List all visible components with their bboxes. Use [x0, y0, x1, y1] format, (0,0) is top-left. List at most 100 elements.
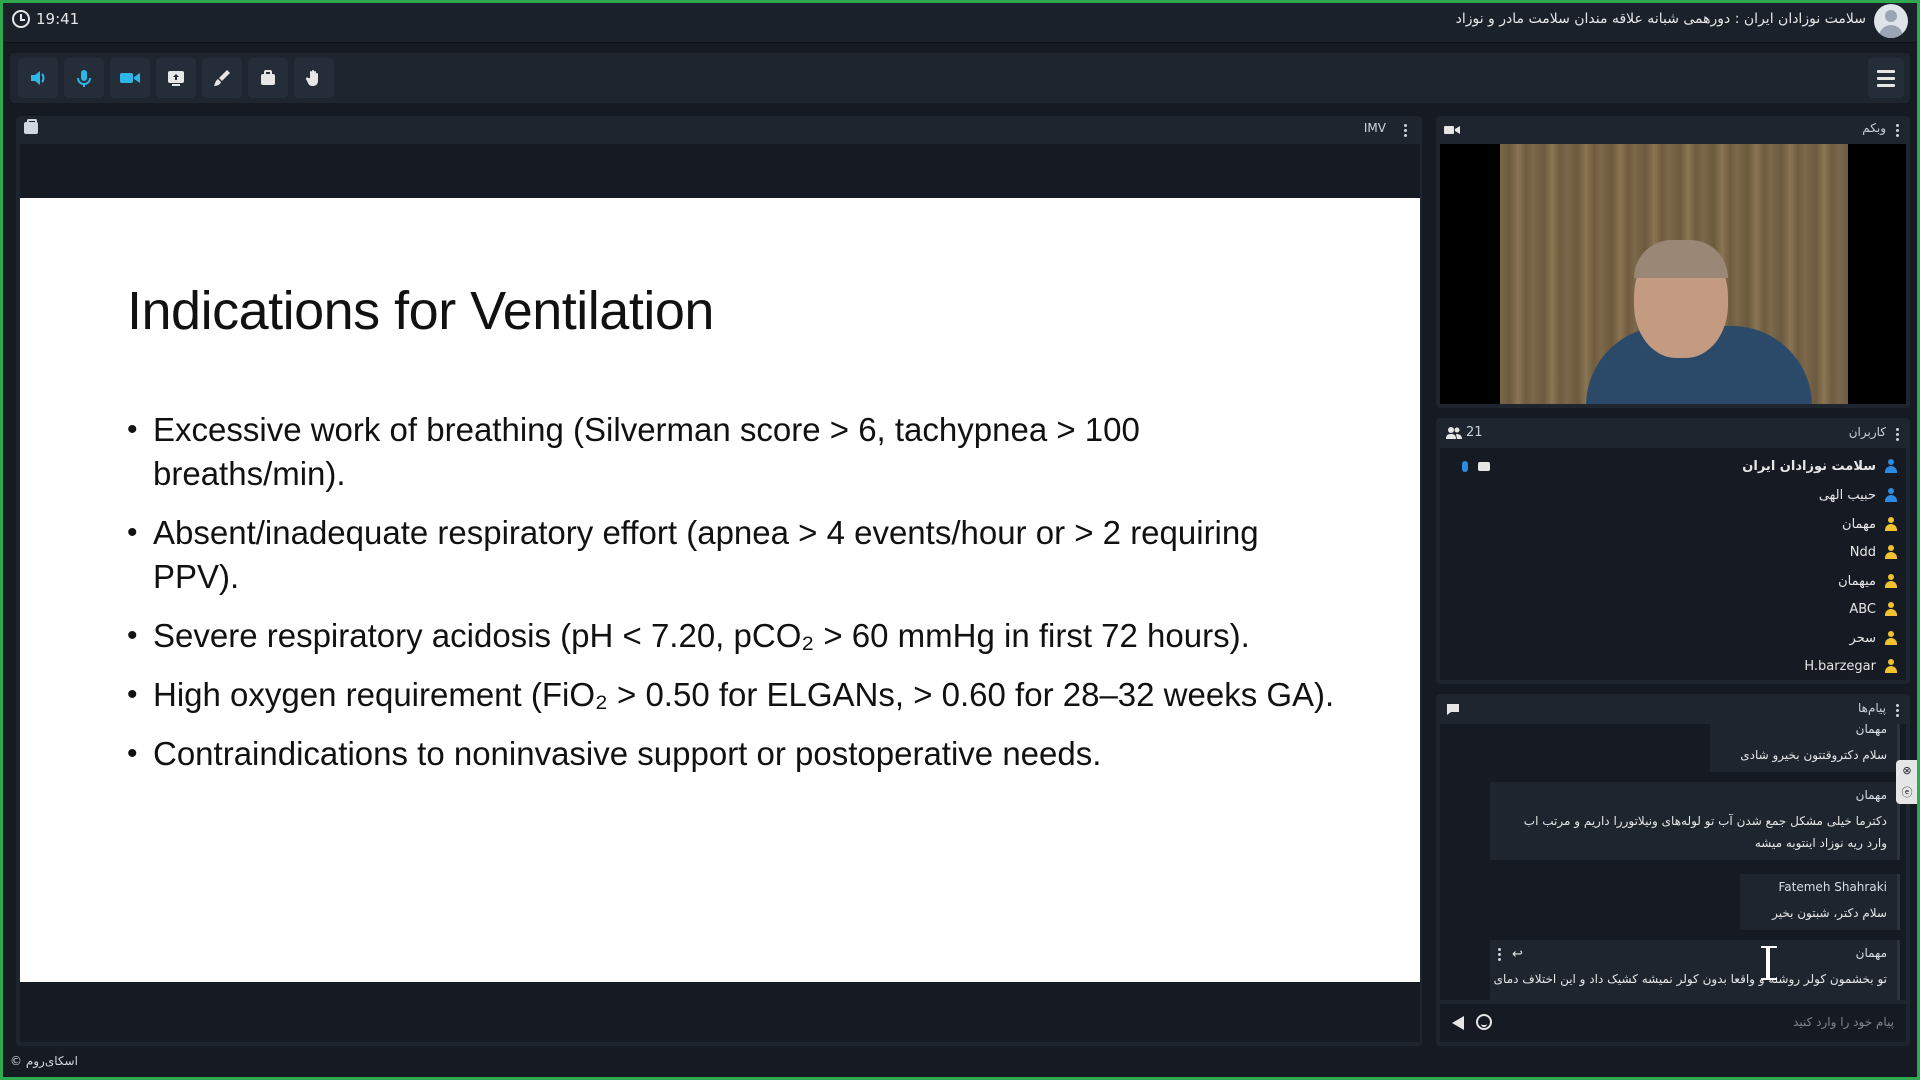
text-cursor-icon: [1761, 946, 1777, 980]
person-icon: [1884, 545, 1898, 559]
person-icon: [1884, 488, 1898, 502]
share-screen-button[interactable]: [156, 58, 196, 98]
briefcase-icon: [261, 70, 275, 85]
message-sender: مهمان: [1855, 788, 1887, 802]
hamburger-menu-button[interactable]: [1868, 58, 1904, 98]
chat-input-placeholder: پیام خود را وارد کنید: [1793, 1015, 1894, 1029]
message-text: تو بخشمون کولر روشنه و واقعا بدون کولر ن…: [1493, 972, 1887, 986]
user-row[interactable]: سلامت نوزادان ایران: [1448, 452, 1898, 480]
circle-e-icon[interactable]: ⓔ: [1902, 784, 1913, 800]
message-tools: ↩: [1498, 946, 1523, 963]
users-label: کاربران: [1848, 425, 1886, 439]
chat-message: مهمان دکترما خیلی مشکل جمع شدن آب تو لول…: [1490, 782, 1900, 860]
chat-options-icon[interactable]: [1896, 702, 1900, 719]
person-icon: [1884, 574, 1898, 588]
chat-label: پیام‌ها: [1857, 701, 1886, 715]
chat-message: Fatemeh Shahraki سلام دکتر، شبتون بخیر: [1740, 874, 1900, 930]
user-name: سلامت نوزادان ایران: [1742, 458, 1876, 474]
share-screen-icon: [168, 71, 184, 86]
clock: 19:41: [12, 10, 79, 28]
camera-icon: [1478, 461, 1490, 471]
slide-bullet: High oxygen requirement (FiO₂ > 0.50 for…: [127, 673, 1337, 717]
presentation-label: IMV: [1363, 121, 1386, 135]
user-row[interactable]: Ndd: [1448, 538, 1898, 566]
menu-icon-bar: [1877, 69, 1895, 73]
person-icon: [1884, 631, 1898, 645]
user-avatar[interactable]: [1874, 4, 1908, 38]
brush-icon: [214, 70, 230, 86]
slide-bullets: Excessive work of breathing (Silverman s…: [127, 408, 1337, 791]
person-icon: [1884, 517, 1898, 531]
users-options-icon[interactable]: [1896, 426, 1900, 443]
slide-bullet: Excessive work of breathing (Silverman s…: [127, 408, 1337, 496]
slide: Indications for Ventilation Excessive wo…: [20, 198, 1420, 982]
user-row[interactable]: میهمان: [1448, 567, 1898, 595]
microphone-icon: [77, 70, 91, 87]
webcam-options-icon[interactable]: [1896, 122, 1900, 139]
hand-icon: [305, 70, 318, 86]
user-row[interactable]: حبیب الهی: [1448, 481, 1898, 509]
menu-icon-bar: [1877, 76, 1895, 80]
user-name: سحر: [1849, 630, 1876, 646]
presentation-options-icon[interactable]: [1404, 122, 1408, 139]
user-row[interactable]: مهمان: [1448, 510, 1898, 538]
users-count: 21: [1466, 425, 1483, 440]
footer-brand: اسکای‌روم ©: [10, 1054, 78, 1068]
message-text: دکترما خیلی مشکل جمع شدن آب تو لوله‌های …: [1523, 814, 1887, 850]
user-row[interactable]: ABC: [1448, 595, 1898, 623]
user-name: مهمان: [1842, 516, 1876, 532]
reply-icon[interactable]: ↩: [1512, 947, 1523, 962]
send-icon[interactable]: [1452, 1016, 1464, 1030]
message-sender: مهمان: [1855, 946, 1887, 960]
message-text: سلام دکتروقتتون بخیرو شادی: [1740, 748, 1887, 762]
chat-message: ↩ مهمان تو بخشمون کولر روشنه و واقعا بدو…: [1490, 940, 1900, 1000]
speaker-icon: [31, 71, 45, 85]
slide-bullet: Severe respiratory acidosis (pH < 7.20, …: [127, 614, 1337, 658]
message-sender: مهمان: [1855, 724, 1887, 736]
presentation-panel: IMV Indications for Ventilation Excessiv…: [16, 116, 1422, 1046]
user-name: H.barzegar: [1804, 658, 1876, 674]
emoji-icon[interactable]: [1476, 1014, 1492, 1030]
message-text: سلام دکتر، شبتون بخیر: [1772, 906, 1887, 920]
toolbar: [10, 53, 1910, 103]
chat-panel: پیام‌ها مهمان سلام دکتروقتتون بخیرو شادی…: [1436, 694, 1910, 1046]
user-row[interactable]: سحر: [1448, 624, 1898, 652]
user-media-status: [1462, 460, 1490, 472]
microphone-icon: [1462, 460, 1468, 472]
clock-time: 19:41: [36, 10, 80, 28]
message-options-icon[interactable]: [1498, 946, 1502, 963]
person-icon: [1884, 459, 1898, 473]
clock-icon: [12, 10, 30, 28]
speaker-button[interactable]: [18, 58, 58, 98]
user-name: ABC: [1849, 601, 1876, 617]
close-icon[interactable]: ⊗: [1902, 764, 1911, 777]
chat-icon: [1447, 704, 1459, 715]
chat-message: مهمان سلام دکتروقتتون بخیرو شادی: [1710, 724, 1900, 772]
webcam-video[interactable]: [1440, 144, 1906, 404]
slide-title: Indications for Ventilation: [127, 281, 714, 341]
presentation-stage: Indications for Ventilation Excessive wo…: [20, 144, 1420, 1042]
menu-icon-bar: [1877, 83, 1895, 87]
camera-icon: [1444, 126, 1460, 134]
user-name: میهمان: [1838, 573, 1876, 589]
chat-input[interactable]: پیام خود را وارد کنید: [1440, 1004, 1906, 1042]
slide-bullet: Contraindications to noninvasive support…: [127, 732, 1337, 776]
camera-button[interactable]: [110, 58, 150, 98]
webcam-label: وبکم: [1862, 121, 1886, 135]
chat-messages[interactable]: مهمان سلام دکتروقتتون بخیرو شادی مهمان د…: [1440, 724, 1906, 1000]
slide-bullet: Absent/inadequate respiratory effort (ap…: [127, 511, 1337, 599]
webcam-panel: وبکم: [1436, 116, 1910, 408]
side-widget[interactable]: ⊗ ⓔ: [1896, 760, 1918, 804]
whiteboard-button[interactable]: [202, 58, 242, 98]
microphone-button[interactable]: [64, 58, 104, 98]
message-sender: Fatemeh Shahraki: [1778, 880, 1888, 894]
raise-hand-button[interactable]: [294, 58, 334, 98]
room-title: سلامت نوزادان ایران : دورهمی شبانه علاقه…: [1455, 11, 1866, 27]
user-row[interactable]: H.barzegar: [1448, 652, 1898, 680]
files-button[interactable]: [248, 58, 288, 98]
users-panel: 21 کاربران سلامت نوزادان ایران حبیب الهی…: [1436, 418, 1910, 684]
person-icon: [1884, 602, 1898, 616]
users-list: سلامت نوزادان ایران حبیب الهی مهمان Ndd …: [1440, 448, 1906, 680]
user-name: حبیب الهی: [1818, 487, 1876, 503]
users-icon: [1446, 427, 1462, 439]
